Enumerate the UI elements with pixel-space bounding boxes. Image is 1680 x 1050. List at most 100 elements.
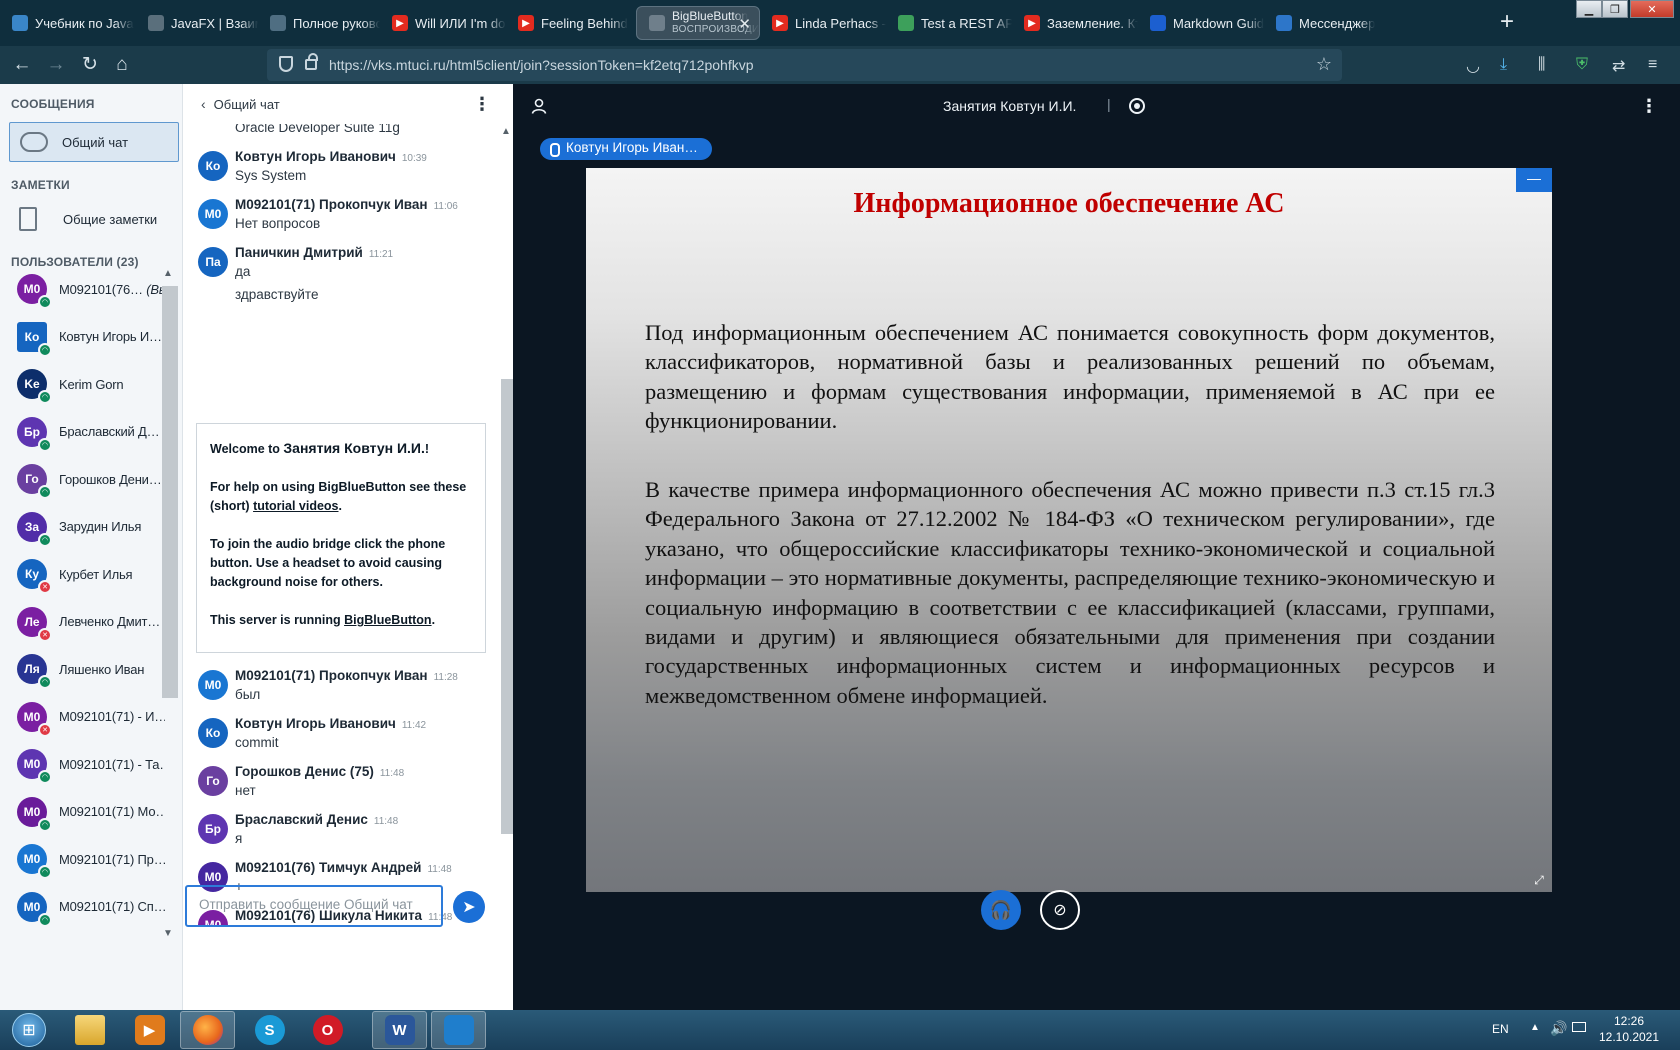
audio-button[interactable]: 🎧: [981, 890, 1021, 930]
bookmark-star-icon[interactable]: ☆: [1316, 54, 1332, 75]
user-list-item[interactable]: М0 ✕ М092101(71) - И…: [17, 697, 177, 737]
avatar: М0 ✕: [17, 701, 52, 737]
scroll-down-icon[interactable]: ▼: [163, 928, 173, 939]
extension-shield-icon[interactable]: ⛨: [1576, 56, 1588, 74]
taskbar-opera[interactable]: O: [300, 1011, 355, 1049]
browser-tab[interactable]: ▶ Will ИЛИ I'm doi: [380, 6, 506, 40]
address-bar[interactable]: https://vks.mtuci.ru/html5client/join?se…: [267, 49, 1342, 81]
user-list-item[interactable]: За ◠ Зарудин Илья: [17, 507, 177, 547]
options-menu-icon[interactable]: ⋮: [1640, 96, 1658, 117]
user-list-item[interactable]: Го ◠ Горошков Дени…: [17, 459, 177, 499]
server-text: This server is running: [210, 613, 345, 627]
user-list-item[interactable]: Ke ◠ Kerim Gorn: [17, 364, 177, 404]
browser-nav-bar: ← → ↻ ⌂ https://vks.mtuci.ru/html5client…: [0, 46, 1680, 84]
browser-tab[interactable]: Markdown Guide: [1138, 6, 1264, 40]
close-window-button[interactable]: ✕: [1630, 0, 1674, 18]
chat-scroll-thumb[interactable]: [501, 379, 513, 834]
public-chat-entry[interactable]: Общий чат: [9, 122, 179, 162]
browser-tab[interactable]: Учебник по Java: [0, 6, 136, 40]
volume-icon[interactable]: 🔊: [1550, 1020, 1567, 1037]
pocket-icon[interactable]: ◡: [1466, 56, 1480, 76]
back-icon[interactable]: ←: [10, 53, 34, 77]
clock[interactable]: 12:26 12.10.2021: [1594, 1013, 1664, 1045]
send-button[interactable]: ➤: [453, 891, 485, 923]
listen-only-icon: ◠: [38, 390, 52, 404]
bigbluebutton-link[interactable]: BigBlueButton: [344, 613, 431, 627]
browser-tab[interactable]: ▶ Linda Perhacs - H: [760, 6, 886, 40]
leaf-icon: [898, 15, 914, 31]
browser-tab[interactable]: JavaFX | Взаимод: [136, 6, 258, 40]
user-name: М092101(71) Сп…: [59, 899, 165, 914]
scroll-up-icon[interactable]: ▲: [163, 268, 173, 279]
minimize-window-button[interactable]: ▁: [1576, 0, 1602, 18]
users-scroll-thumb[interactable]: [162, 286, 178, 698]
maximize-window-button[interactable]: ❐: [1602, 0, 1628, 18]
tab-label: Учебник по Java: [35, 15, 134, 31]
reload-icon[interactable]: ↻: [78, 53, 102, 77]
show-hidden-icons-icon[interactable]: ▲: [1530, 1022, 1540, 1033]
fullscreen-icon[interactable]: ⤢: [1529, 871, 1549, 889]
title-separator: |: [1107, 96, 1111, 112]
talking-indicator[interactable]: Ковтун Игорь Иван…: [540, 138, 712, 160]
user-list-item[interactable]: М0 ◠ М092101(71) Пр…: [17, 839, 177, 879]
user-list-item[interactable]: Ля ◠ Ляшенко Иван: [17, 649, 177, 689]
browser-tab[interactable]: ▶ Feeling Behind in: [506, 6, 628, 40]
taskbar-skype[interactable]: S: [242, 1011, 297, 1049]
message-sender: М092101(76) Тимчук Андрей 11:48: [235, 860, 452, 875]
start-button[interactable]: ⊞: [2, 1010, 56, 1050]
user-list-item[interactable]: Ку ✕ Курбет Илья: [17, 554, 177, 594]
chat-scrollbar[interactable]: ▲ ▼: [500, 124, 513, 939]
message-text: был: [235, 687, 261, 702]
taskbar-explorer[interactable]: [62, 1011, 117, 1049]
users-scrollbar[interactable]: ▲ ▼: [161, 268, 178, 994]
messages-section-title: СООБЩЕНИЯ: [11, 97, 95, 111]
tracking-shield-icon[interactable]: [279, 56, 293, 72]
menu-icon[interactable]: ≡: [1648, 56, 1657, 74]
forward-icon[interactable]: →: [44, 53, 68, 77]
downloads-icon[interactable]: ⤓: [1500, 56, 1507, 74]
slide-title: Информационное обеспечение АС: [853, 188, 1285, 219]
tab-close-icon[interactable]: ✕: [738, 15, 751, 33]
tutorial-videos-link[interactable]: tutorial videos: [253, 499, 338, 513]
browser-tab[interactable]: Test a REST API w: [886, 6, 1012, 40]
home-icon[interactable]: ⌂: [110, 53, 134, 77]
browser-tab[interactable]: BigBlueButton ВОСПРОИЗВОДИ ✕: [636, 6, 760, 40]
user-list-item[interactable]: Бр ◠ Браславский Д…: [17, 412, 177, 452]
avatar-initials: М0: [23, 757, 41, 771]
chat-title[interactable]: Общий чат: [214, 97, 280, 112]
chat-options-icon[interactable]: ⋮: [473, 94, 491, 115]
speaker-name: Ковтун Игорь Иван…: [566, 140, 698, 155]
message-sender: Браславский Денис 11:48: [235, 812, 398, 827]
tab-label: Will ИЛИ I'm doi: [415, 15, 506, 31]
recording-indicator-icon[interactable]: [1129, 98, 1145, 114]
browser-tab[interactable]: ▶ Заземление. Кто: [1012, 6, 1138, 40]
user-list-item[interactable]: Ко ◠ Ковтун Игорь И…: [17, 317, 177, 357]
taskbar-media-player[interactable]: ▶: [122, 1011, 177, 1049]
browser-tab[interactable]: Полное руковод: [258, 6, 380, 40]
user-list-toggle-icon[interactable]: [531, 98, 547, 114]
user-list-item[interactable]: Ле ✕ Левченко Дмит…: [17, 602, 177, 642]
network-icon[interactable]: [1572, 1022, 1586, 1032]
user-list-item[interactable]: М0 ◠ М092101(71) Сп…: [17, 887, 177, 927]
taskbar-vscode[interactable]: [431, 1011, 486, 1049]
chevron-left-icon[interactable]: ‹: [201, 96, 206, 112]
language-indicator[interactable]: EN: [1492, 1022, 1509, 1036]
library-icon[interactable]: ⫼: [1538, 56, 1545, 74]
taskbar-firefox[interactable]: [180, 1011, 235, 1049]
taskbar-word[interactable]: W: [372, 1011, 427, 1049]
avatar-initials: М0: [23, 804, 41, 819]
url-text[interactable]: https://vks.mtuci.ru/html5client/join?se…: [329, 57, 754, 73]
shared-notes-entry[interactable]: Общие заметки: [9, 199, 179, 239]
user-list-item[interactable]: М0◠ М092101(76… (Вы): [17, 269, 177, 309]
sync-icon[interactable]: ⇄: [1612, 56, 1625, 76]
new-tab-icon[interactable]: +: [1500, 8, 1514, 36]
lock-icon[interactable]: [305, 53, 318, 70]
chat-message-input[interactable]: Отправить сообщение Общий чат: [185, 885, 443, 927]
video-button[interactable]: ⊘: [1040, 890, 1080, 930]
scroll-up-icon[interactable]: ▲: [501, 126, 511, 137]
youtube-icon: ▶: [772, 15, 788, 31]
meeting-title: Занятия Ковтун И.И.: [943, 98, 1077, 114]
browser-tab[interactable]: Мессенджер: [1264, 6, 1394, 40]
user-list-item[interactable]: М0 ◠ М092101(71) - Та…: [17, 744, 177, 784]
user-list-item[interactable]: М0 ◠ М092101(71) Мо…: [17, 792, 177, 832]
